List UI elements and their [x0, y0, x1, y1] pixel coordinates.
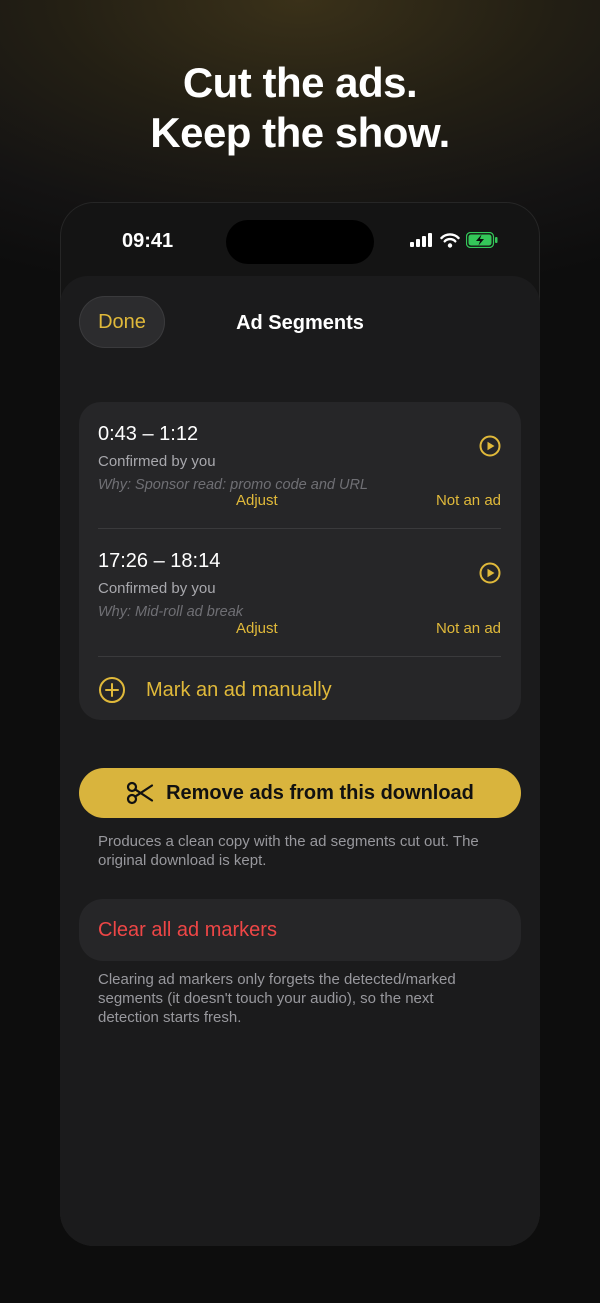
- segment-why: Why: Mid-roll ad break: [98, 604, 244, 620]
- battery-charging-icon: [466, 232, 498, 248]
- mark-ad-manually-label: Mark an ad manually: [146, 678, 332, 701]
- ad-segments-sheet: Done Ad Segments 0:43 – 1:12 Confirmed b…: [60, 276, 540, 1246]
- status-time: 09:41: [122, 230, 174, 252]
- adjust-button[interactable]: Adjust: [236, 492, 278, 509]
- headline-line-2: Keep the show.: [150, 109, 450, 156]
- play-icon[interactable]: [479, 435, 501, 457]
- status-icons: [410, 232, 498, 248]
- remove-ads-button[interactable]: Remove ads from this download: [79, 768, 521, 818]
- remove-ads-note: Produces a clean copy with the ad segmen…: [98, 833, 479, 869]
- divider: [98, 656, 501, 657]
- segment-row: 17:26 – 18:14 Confirmed by you Why: Mid-…: [98, 550, 501, 637]
- segment-row: 0:43 – 1:12 Confirmed by you Why: Sponso…: [98, 423, 501, 509]
- segment-time: 17:26 – 18:14: [98, 550, 221, 572]
- segment-status: Confirmed by you: [98, 580, 216, 597]
- sheet-title: Ad Segments: [236, 312, 364, 334]
- phone-frame: 09:41 Done Ad Segments 0:43 – 1:12 Confi…: [60, 202, 540, 1246]
- divider: [98, 528, 501, 529]
- scissors-icon: [126, 781, 154, 805]
- segment-why: Why: Sponsor read: promo code and URL: [98, 477, 368, 493]
- plus-circle-icon: [99, 677, 125, 703]
- dynamic-island: [226, 220, 374, 264]
- signal-bars-icon: [410, 233, 432, 247]
- remove-ads-label: Remove ads from this download: [166, 781, 474, 804]
- segments-card: 0:43 – 1:12 Confirmed by you Why: Sponso…: [79, 402, 521, 720]
- not-an-ad-button[interactable]: Not an ad: [436, 492, 501, 509]
- headline-line-1: Cut the ads.: [182, 59, 418, 106]
- clear-ad-markers-button[interactable]: Clear all ad markers: [79, 899, 521, 961]
- wifi-icon: [440, 232, 460, 248]
- clear-markers-note: Clearing ad markers only forgets the det…: [98, 971, 456, 1026]
- segment-status: Confirmed by you: [98, 453, 216, 470]
- play-icon[interactable]: [479, 562, 501, 584]
- headline: Cut the ads. Keep the show.: [0, 58, 600, 158]
- adjust-button[interactable]: Adjust: [236, 620, 278, 637]
- mark-ad-manually-button[interactable]: Mark an ad manually: [98, 676, 332, 704]
- not-an-ad-button[interactable]: Not an ad: [436, 620, 501, 637]
- segment-time: 0:43 – 1:12: [98, 423, 199, 445]
